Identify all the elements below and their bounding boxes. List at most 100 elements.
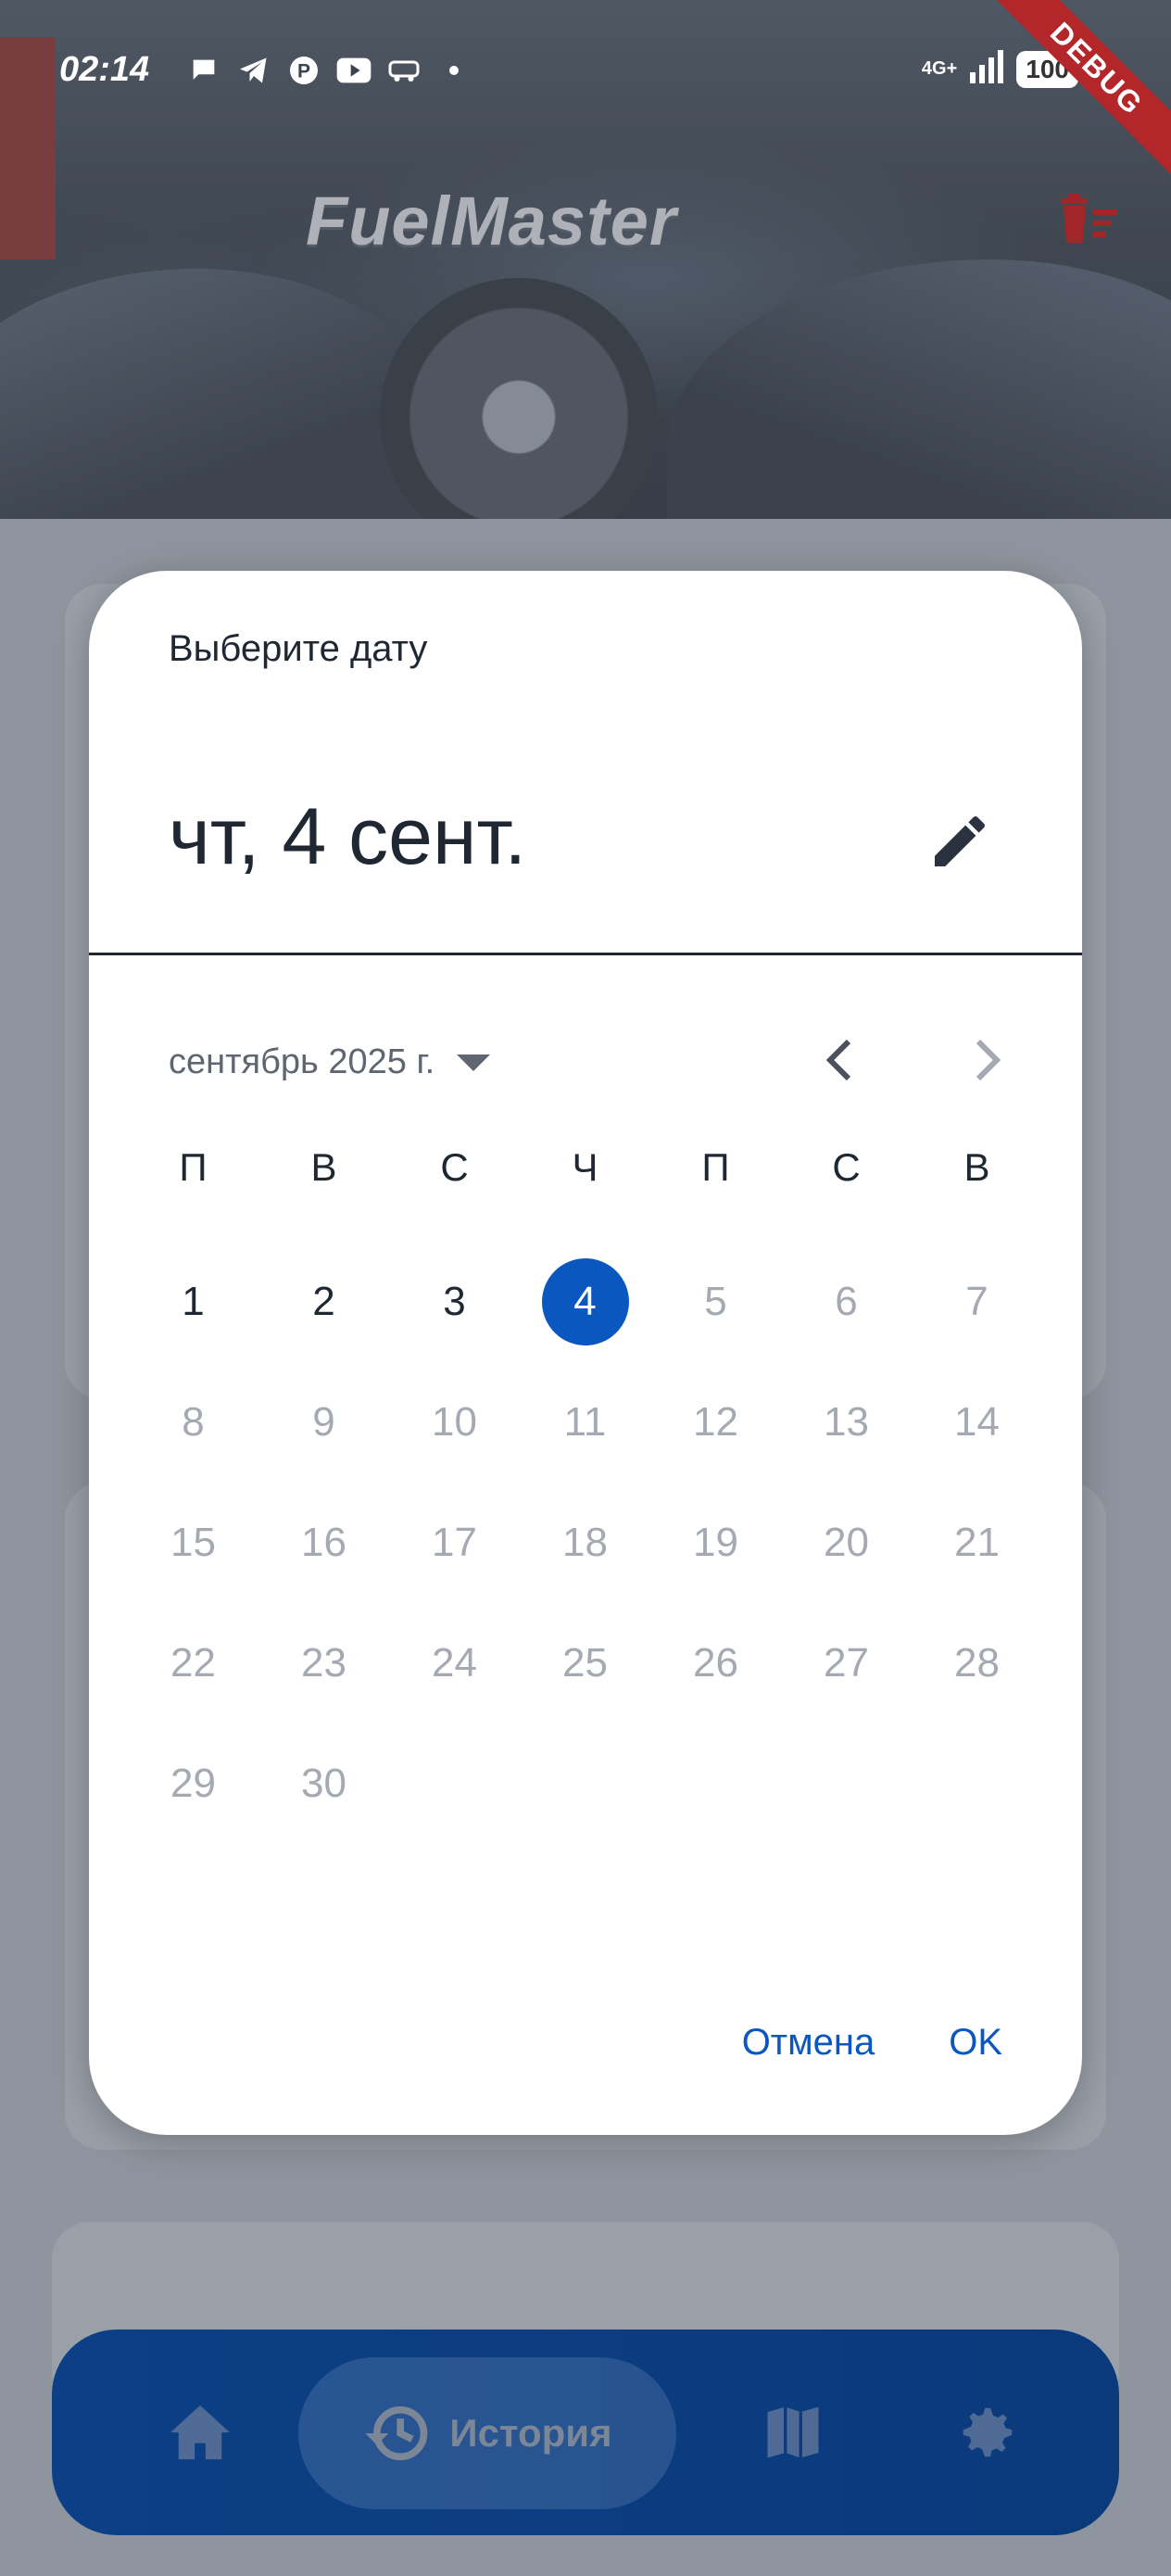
calendar-day-number: 15 [170,1520,216,1565]
calendar-day-number: 11 [563,1399,607,1445]
nav-home[interactable] [135,2330,265,2535]
signal-icon [968,48,1005,90]
chevron-right-icon [976,1039,1001,1081]
calendar-day: 20 [781,1499,912,1620]
calendar-day: 29 [128,1740,258,1861]
delete-sweep-icon[interactable] [1056,193,1121,248]
ok-button[interactable]: OK [949,2022,1002,2064]
header-banner: 02:14 P 4G+ 100 FuelMaster DEBUG [0,0,1171,519]
calendar-day: 26 [650,1620,781,1740]
weekday-label: П [179,1145,208,1189]
app-logo: FuelMaster [306,183,677,259]
more-dot-icon [435,52,472,89]
calendar-day-grid: 1 2 3 4 5 6 7 8 9 10 11 12 13 14 15 16 17 18 19 20 21 22 23 24 2… [128,1258,1043,1861]
calendar-day: 13 [781,1379,912,1499]
youtube-icon [335,52,372,89]
calendar-day[interactable]: 2 [258,1258,389,1379]
dialog-title: Выберите дату [169,628,428,669]
calendar-day-number: 10 [432,1399,477,1445]
nav-history[interactable]: История [298,2357,676,2509]
next-month-button[interactable] [951,1023,1025,1097]
calendar-day: 24 [389,1620,520,1740]
calendar-day-number: 30 [301,1761,346,1806]
calendar-day-number: 25 [562,1640,608,1686]
weekday-label: Ч [572,1145,598,1189]
calendar-day-number: 19 [693,1520,738,1565]
home-icon [170,2405,230,2460]
calendar-day-number: 26 [693,1640,738,1686]
calendar-day-number: 8 [182,1399,205,1445]
calendar-day-number: 2 [312,1279,335,1324]
edit-date-button[interactable] [926,808,993,875]
dropdown-arrow-icon [457,1054,491,1071]
calendar-day-number: 9 [312,1399,335,1445]
calendar-day[interactable]: 3 [389,1258,520,1379]
chevron-left-icon [825,1039,851,1081]
calendar-day-number: 17 [432,1520,477,1565]
pencil-icon [935,815,985,866]
calendar-day: 23 [258,1620,389,1740]
month-year-label: сентябрь 2025 г. [169,1042,435,1081]
calendar-day: 12 [650,1379,781,1499]
calendar-day-number: 5 [704,1279,727,1324]
previous-month-button[interactable] [802,1023,876,1097]
calendar-day[interactable]: 1 [128,1258,258,1379]
status-time: 02:14 [59,50,150,89]
calendar-day-number: 13 [824,1399,869,1445]
calendar-day-number: 7 [965,1279,988,1324]
calendar-day: 22 [128,1620,258,1740]
calendar-day-number: 28 [954,1640,1000,1686]
date-picker-dialog: Выберите дату чт, 4 сент. сентябрь 2025 … [89,571,1082,2135]
cancel-button[interactable]: Отмена [742,2022,875,2064]
calendar-day-selected[interactable]: 4 [520,1258,650,1379]
calendar-day: 30 [258,1740,389,1861]
calendar-day: 9 [258,1379,389,1499]
month-year-selector[interactable]: сентябрь 2025 г. [169,1025,491,1099]
weekday-label: В [310,1145,337,1189]
dialog-actions: Отмена OK [742,2022,1002,2064]
calendar-day: 18 [520,1499,650,1620]
calendar-day-number: 22 [170,1640,216,1686]
calendar-day: 28 [912,1620,1042,1740]
calendar-day: 7 [912,1258,1042,1379]
calendar-day: 8 [128,1379,258,1499]
nav-map[interactable] [728,2330,858,2535]
calendar-day-number: 23 [301,1640,346,1686]
history-icon [365,2406,428,2461]
calendar-day-number: 12 [693,1399,738,1445]
header-divider [89,953,1082,955]
car-share-icon [385,52,422,89]
calendar-day: 14 [912,1379,1042,1499]
calendar-day-number: 24 [432,1640,477,1686]
weekday-header-row: ПВСЧПСВ [128,1145,1043,1190]
nav-settings[interactable] [923,2330,1052,2535]
status-bar: 02:14 P 4G+ 100 [0,41,1171,100]
calendar-day-number: 18 [562,1520,608,1565]
calendar-day: 16 [258,1499,389,1620]
pinterest-icon: P [285,52,322,89]
calendar-day: 27 [781,1620,912,1740]
notification-icons: P [185,52,472,89]
svg-text:P: P [297,61,310,82]
weekday-label: С [440,1145,469,1189]
network-type: 4G+ [921,58,958,79]
calendar-day-number: 14 [954,1399,1000,1445]
weekday-label: С [832,1145,861,1189]
calendar-day: 17 [389,1499,520,1620]
telegram-icon [235,52,272,89]
calendar-day: 6 [781,1258,912,1379]
calendar-day: 11 [520,1379,650,1499]
calendar-day-number: 21 [954,1520,1000,1565]
calendar-day-number: 27 [824,1640,869,1686]
calendar-day-number: 29 [170,1761,216,1806]
calendar-day-number: 1 [182,1279,205,1324]
calendar-day-number: 6 [835,1279,858,1324]
nav-history-label: История [449,2411,612,2455]
calendar-day: 10 [389,1379,520,1499]
selected-date-header: чт, 4 сент. [169,792,527,881]
weekday-label: В [963,1145,990,1189]
calendar-day: 5 [650,1258,781,1379]
calendar-day: 15 [128,1499,258,1620]
calendar-day-number: 16 [301,1520,346,1565]
calendar-day-number: 3 [443,1279,466,1324]
